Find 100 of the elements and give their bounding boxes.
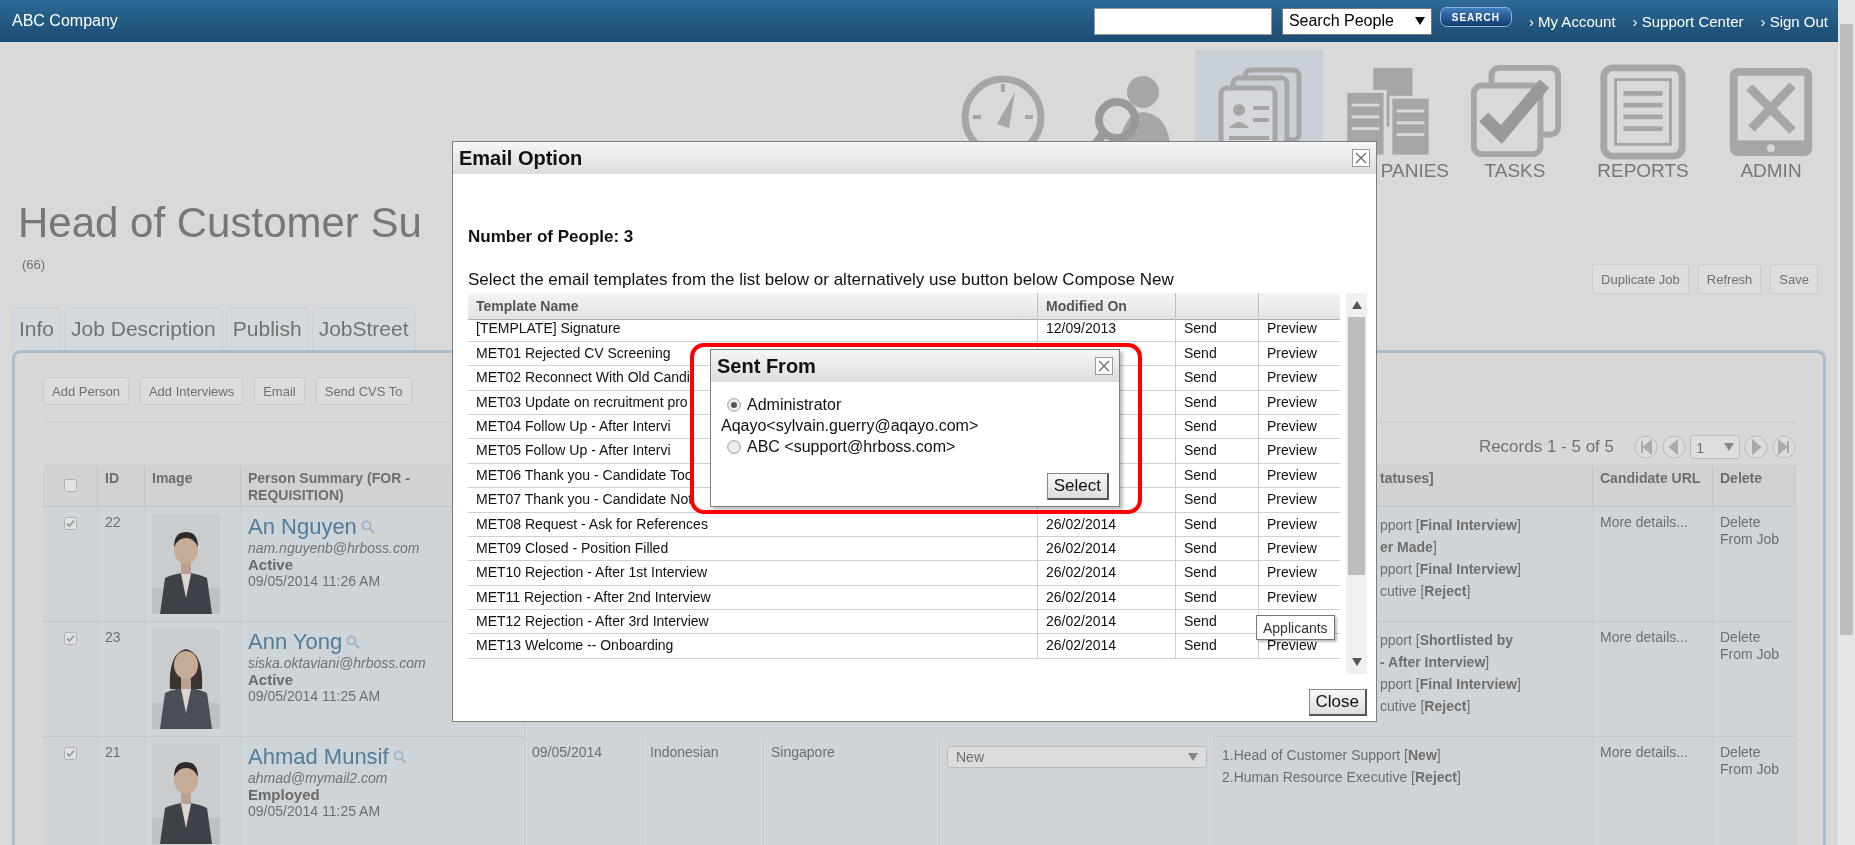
job-action-button[interactable]: Refresh bbox=[1697, 264, 1762, 294]
dialog-title: Sent From bbox=[717, 354, 816, 378]
status-line: er Made] bbox=[1380, 538, 1438, 557]
column-header: Delete bbox=[1720, 470, 1763, 486]
toolbar-button[interactable]: Add Person bbox=[43, 377, 129, 405]
dialog-title: Email Option bbox=[459, 146, 583, 170]
delete-link[interactable]: Delete From Job bbox=[1720, 514, 1787, 548]
person-updated: 09/05/2014 11:25 AM bbox=[248, 803, 381, 819]
send-link[interactable]: Send bbox=[1184, 393, 1217, 410]
sender-address: Aqayo<sylvain.guerry@aqayo.com> bbox=[721, 416, 980, 436]
status-line: 1.Head of Customer Support [New] bbox=[1222, 746, 1442, 765]
preview-link[interactable]: Preview bbox=[1267, 393, 1317, 410]
template-name: MET10 Rejection - After 1st Interview bbox=[476, 564, 708, 581]
search-icon[interactable] bbox=[392, 750, 407, 764]
send-link[interactable]: Send bbox=[1184, 613, 1217, 630]
preview-link[interactable]: Preview bbox=[1267, 320, 1317, 337]
select-button[interactable]: Select bbox=[1046, 473, 1109, 500]
send-link[interactable]: Send bbox=[1184, 442, 1217, 459]
send-link[interactable]: Send bbox=[1184, 637, 1217, 654]
checkbox[interactable] bbox=[63, 479, 77, 492]
toolbar-button[interactable]: Add Interviews bbox=[139, 377, 244, 405]
page-dropdown[interactable]: 1 bbox=[1690, 435, 1740, 459]
more-details-link[interactable]: More details... bbox=[1600, 744, 1705, 761]
more-details-link[interactable]: More details... bbox=[1600, 629, 1705, 646]
close-icon[interactable] bbox=[1352, 149, 1370, 167]
send-link[interactable]: Send bbox=[1184, 344, 1217, 361]
modified-date: 26/02/2014 bbox=[1046, 588, 1117, 605]
template-name: MET04 Follow Up - After Intervi bbox=[476, 417, 671, 434]
preview-link[interactable]: Preview bbox=[1267, 564, 1317, 581]
id-cell: 23 bbox=[105, 629, 121, 645]
caret-icon bbox=[1724, 443, 1734, 451]
send-link[interactable]: Send bbox=[1184, 491, 1217, 508]
preview-link[interactable]: Preview bbox=[1267, 637, 1317, 654]
modified-date: 12/09/2013 bbox=[1046, 320, 1117, 337]
job-title: Head of Customer Su bbox=[18, 199, 422, 247]
send-link[interactable]: Send bbox=[1184, 515, 1217, 532]
send-link[interactable]: Send bbox=[1184, 417, 1217, 434]
next-page-icon[interactable] bbox=[1744, 435, 1768, 459]
preview-link[interactable]: Preview bbox=[1267, 515, 1317, 532]
delete-link[interactable]: Delete From Job bbox=[1720, 744, 1787, 778]
top-link[interactable]: › Support Center bbox=[1632, 12, 1744, 30]
preview-link[interactable]: Preview bbox=[1267, 417, 1317, 434]
search-scope-dropdown[interactable]: Search People bbox=[1281, 7, 1432, 35]
instruction-text: Select the email templates from the list below or alternatively use button below Compose New bbox=[468, 270, 1175, 290]
preview-link[interactable]: Preview bbox=[1267, 588, 1317, 605]
status-line: cutive [Reject] bbox=[1380, 697, 1472, 716]
previous-page-icon[interactable] bbox=[1662, 435, 1686, 459]
column-header: Image bbox=[152, 470, 193, 486]
job-action-button[interactable]: Save bbox=[1770, 264, 1818, 294]
first-page-icon[interactable] bbox=[1634, 435, 1658, 459]
more-details-link[interactable]: More details... bbox=[1600, 514, 1705, 531]
checkbox[interactable] bbox=[63, 747, 77, 760]
top-link[interactable]: › My Account bbox=[1528, 12, 1616, 30]
top-link[interactable]: › Sign Out bbox=[1760, 12, 1828, 30]
template-name: MET11 Rejection - After 2nd Interview bbox=[476, 588, 711, 605]
toolbar-button[interactable]: Send CVS To bbox=[315, 377, 412, 405]
preview-link[interactable]: Preview bbox=[1267, 539, 1317, 556]
company-name: ABC Company bbox=[12, 12, 119, 30]
job-action-button[interactable]: Duplicate Job bbox=[1592, 264, 1689, 294]
search-icon[interactable] bbox=[346, 635, 361, 649]
search-field[interactable] bbox=[1093, 7, 1272, 35]
last-page-icon[interactable] bbox=[1772, 435, 1796, 459]
send-link[interactable]: Send bbox=[1184, 588, 1217, 605]
template-name: [TEMPLATE] Signature bbox=[476, 320, 621, 337]
send-link[interactable]: Send bbox=[1184, 539, 1217, 556]
column-header: Template Name bbox=[476, 298, 579, 314]
scroll-up-icon[interactable] bbox=[1351, 301, 1362, 309]
person-email: ahmad@mymail2.com bbox=[248, 770, 388, 786]
radio-button[interactable] bbox=[727, 398, 741, 412]
template-name: MET09 Closed - Position Filled bbox=[476, 539, 669, 556]
date-cell: 09/05/2014 bbox=[532, 744, 603, 760]
column-header: ID bbox=[105, 470, 119, 486]
close-icon[interactable] bbox=[1095, 357, 1113, 375]
send-link[interactable]: Send bbox=[1184, 466, 1217, 483]
preview-link[interactable]: Preview bbox=[1267, 491, 1317, 508]
checkbox[interactable] bbox=[63, 517, 77, 530]
search-button[interactable]: SEARCH bbox=[1439, 7, 1512, 27]
close-button[interactable]: Close bbox=[1308, 689, 1367, 716]
option-label: ABC <support@hrboss.com> bbox=[747, 437, 956, 457]
template-name: MET12 Rejection - After 3rd Interview bbox=[476, 613, 709, 630]
scrollbar[interactable] bbox=[1838, 0, 1855, 845]
status-line: pport [Final Interview] bbox=[1380, 560, 1522, 579]
send-link[interactable]: Send bbox=[1184, 320, 1217, 337]
radio-button[interactable] bbox=[727, 440, 741, 454]
status-line: pport [Final Interview] bbox=[1380, 675, 1522, 694]
job-count: (66) bbox=[22, 257, 47, 272]
preview-link[interactable]: Preview bbox=[1267, 442, 1317, 459]
search-icon[interactable] bbox=[360, 520, 375, 534]
checkbox[interactable] bbox=[63, 632, 77, 645]
preview-link[interactable]: Preview bbox=[1267, 369, 1317, 386]
delete-link[interactable]: Delete From Job bbox=[1720, 629, 1787, 663]
toolbar-button[interactable]: Email bbox=[254, 377, 305, 405]
send-link[interactable]: Send bbox=[1184, 369, 1217, 386]
template-name: MET01 Rejected CV Screening bbox=[476, 344, 671, 361]
send-link[interactable]: Send bbox=[1184, 564, 1217, 581]
scroll-down-icon[interactable] bbox=[1351, 658, 1362, 666]
scrollbar[interactable] bbox=[1346, 293, 1367, 674]
preview-link[interactable]: Preview bbox=[1267, 466, 1317, 483]
stage-dropdown[interactable]: New bbox=[947, 746, 1207, 768]
preview-link[interactable]: Preview bbox=[1267, 344, 1317, 361]
